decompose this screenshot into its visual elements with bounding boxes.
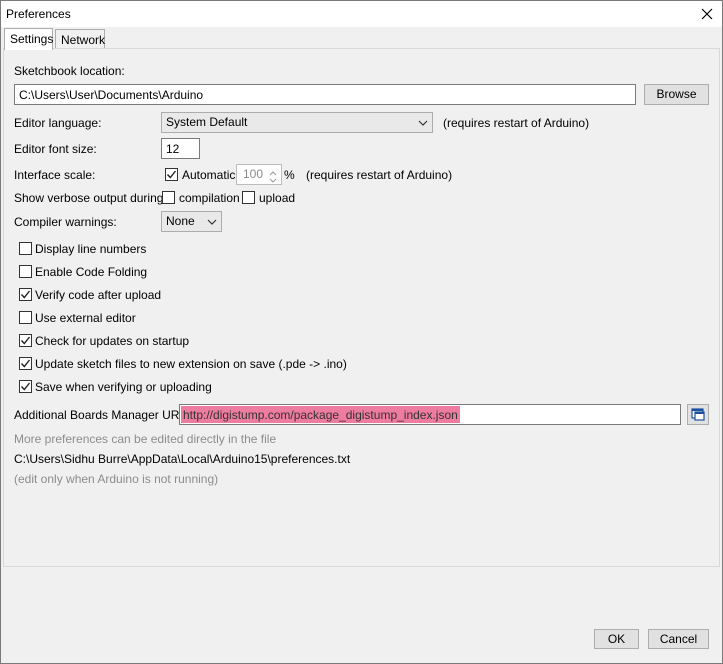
verify-after-upload-label: Verify code after upload [35,288,162,302]
check-updates-checkbox[interactable] [19,334,32,347]
warnings-label: Compiler warnings: [14,215,117,229]
prefs-file-path[interactable]: C:\Users\Sidhu Burre\AppData\Local\Ardui… [14,452,350,466]
verbose-label: Show verbose output during: [14,191,167,205]
upload-label: upload [259,191,296,205]
chevron-down-icon [418,117,428,127]
editor-language-label: Editor language: [14,116,102,130]
spin-down-icon[interactable] [266,174,280,183]
sketchbook-path-input[interactable]: C:\Users\User\Documents\Arduino [14,84,636,105]
external-editor-checkbox[interactable] [19,311,32,324]
editor-language-select[interactable]: System Default [161,112,433,133]
chevron-down-icon [207,216,217,226]
display-line-numbers-label: Display line numbers [35,242,147,256]
compilation-checkbox[interactable] [162,191,175,204]
title-bar: Preferences [1,1,722,27]
update-extension-label: Update sketch files to new extension on … [35,357,347,371]
language-restart-note: (requires restart of Arduino) [443,116,590,130]
spin-up-icon[interactable] [266,166,280,176]
save-when-verifying-checkbox[interactable] [19,380,32,393]
close-icon[interactable] [698,5,716,23]
window-title: Preferences [6,7,71,21]
boards-url-value: http://digistump.com/package_digistump_i… [181,406,460,423]
compilation-label: compilation [179,191,240,205]
verify-after-upload-checkbox[interactable] [19,288,32,301]
edit-note: (edit only when Arduino is not running) [14,472,219,486]
external-editor-label: Use external editor [35,311,136,325]
warnings-value: None [166,214,195,228]
update-extension-checkbox[interactable] [19,357,32,370]
code-folding-label: Enable Code Folding [35,265,148,279]
code-folding-checkbox[interactable] [19,265,32,278]
boards-url-input[interactable]: http://digistump.com/package_digistump_i… [179,404,681,425]
font-size-input[interactable]: 12 [161,138,200,159]
window-list-icon [691,408,705,421]
sketchbook-label: Sketchbook location: [14,64,125,78]
scale-value: 100 [242,167,263,181]
automatic-label: Automatic [182,168,236,182]
edit-urls-button[interactable] [687,404,709,425]
settings-panel: Sketchbook location: C:\Users\User\Docum… [3,48,720,567]
font-size-label: Editor font size: [14,142,97,156]
browse-button[interactable]: Browse [644,84,709,105]
boards-url-label: Additional Boards Manager URLs: [14,408,196,422]
tab-settings[interactable]: Settings [4,28,53,50]
interface-scale-label: Interface scale: [14,168,96,182]
cancel-button[interactable]: Cancel [648,629,709,649]
warnings-select[interactable]: None [161,211,222,232]
scale-spinner[interactable]: 100 [236,164,282,185]
save-when-verifying-label: Save when verifying or uploading [35,380,212,394]
preferences-window: Preferences Settings Network Sketchbook … [0,0,723,664]
more-prefs-note: More preferences can be edited directly … [14,432,277,446]
tab-network[interactable]: Network [55,29,105,49]
display-line-numbers-checkbox[interactable] [19,242,32,255]
percent-sign: % [284,168,295,182]
ok-button[interactable]: OK [594,629,639,649]
scale-restart-note: (requires restart of Arduino) [306,168,453,182]
upload-checkbox[interactable] [242,191,255,204]
check-updates-label: Check for updates on startup [35,334,190,348]
editor-language-value: System Default [166,115,248,129]
automatic-checkbox[interactable] [165,168,178,181]
